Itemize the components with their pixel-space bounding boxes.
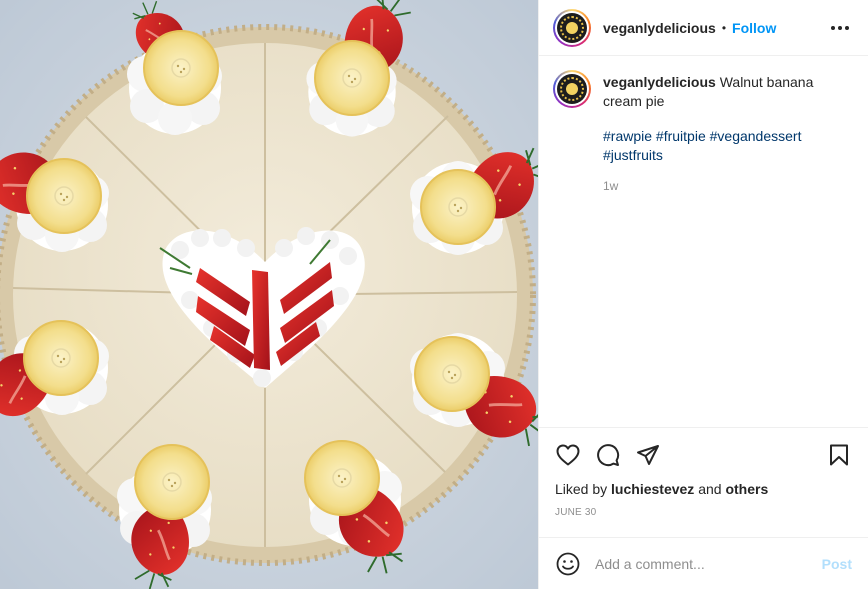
- action-icons: [555, 428, 852, 480]
- more-horizontal-icon[interactable]: [828, 16, 852, 40]
- bookmark-icon[interactable]: [826, 442, 852, 468]
- post-side-panel: veganlydelicious • Follow veganlydelicio…: [538, 0, 868, 589]
- instagram-post: veganlydelicious • Follow veganlydelicio…: [0, 0, 868, 589]
- liked-others-link[interactable]: others: [725, 481, 768, 497]
- caption-age[interactable]: 1w: [603, 177, 852, 196]
- caption-avatar[interactable]: [553, 70, 591, 108]
- post-comment-button[interactable]: Post: [822, 556, 852, 572]
- hashtag-link[interactable]: #fruitpie: [656, 128, 706, 144]
- caption-body: veganlydelicious Walnut banana cream pie…: [603, 73, 852, 196]
- post-photo[interactable]: [0, 0, 538, 589]
- heart-icon[interactable]: [555, 442, 581, 468]
- hashtag-link[interactable]: #justfruits: [603, 147, 663, 163]
- caption-area: veganlydelicious Walnut banana cream pie…: [539, 56, 868, 427]
- hashtags: #rawpie #fruitpie #vegandessert #justfru…: [603, 127, 852, 165]
- avatar-image: [557, 12, 587, 43]
- actions-area: Liked by luchiestevez and others June 30: [539, 427, 868, 537]
- comment-box: Post: [539, 537, 868, 589]
- liked-prefix: Liked by: [555, 481, 608, 497]
- share-icon[interactable]: [635, 442, 661, 468]
- liked-and: and: [698, 481, 722, 497]
- comment-input[interactable]: [595, 555, 822, 572]
- follow-button[interactable]: Follow: [732, 20, 776, 36]
- liked-user-link[interactable]: luchiestevez: [611, 481, 694, 497]
- caption-username[interactable]: veganlydelicious: [603, 74, 716, 90]
- hashtag-link[interactable]: #vegandessert: [710, 128, 802, 144]
- hashtag-link[interactable]: #rawpie: [603, 128, 652, 144]
- post-header: veganlydelicious • Follow: [539, 0, 868, 56]
- comment-icon[interactable]: [595, 442, 621, 468]
- avatar-image: [557, 74, 587, 104]
- likes-summary: Liked by luchiestevez and others: [555, 480, 852, 498]
- pie-image: [0, 0, 538, 589]
- emoji-icon[interactable]: [555, 551, 581, 577]
- separator-dot: •: [721, 20, 727, 35]
- caption: veganlydelicious Walnut banana cream pie…: [553, 70, 852, 196]
- post-date[interactable]: June 30: [555, 507, 852, 518]
- username-link[interactable]: veganlydelicious: [603, 20, 716, 36]
- avatar[interactable]: [553, 8, 591, 47]
